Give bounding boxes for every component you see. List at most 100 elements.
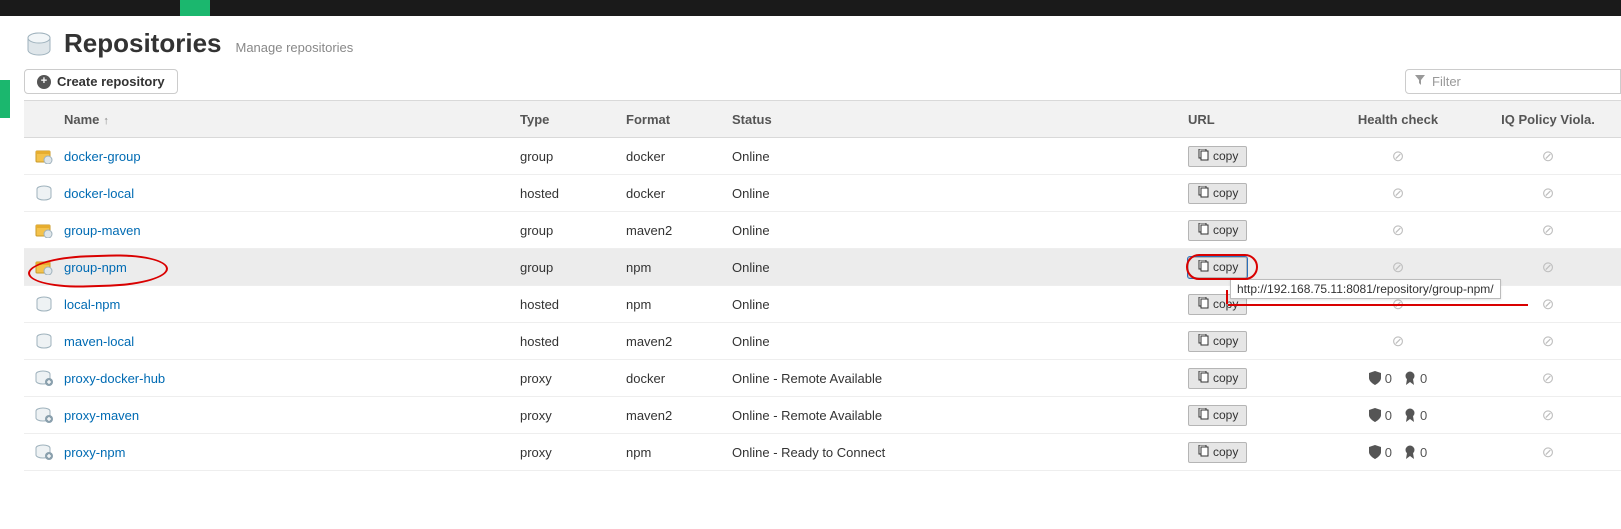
na-icon: ⊘ [1542,258,1555,276]
copy-label: copy [1213,297,1238,311]
repo-status: Online - Remote Available [732,371,1188,386]
copy-icon [1197,186,1209,201]
col-status[interactable]: Status [732,112,1188,127]
table-row[interactable]: group-npmgroupnpmOnlinecopyhttp://192.16… [24,249,1621,286]
na-icon: ⊘ [1392,332,1405,350]
na-icon: ⊘ [1542,443,1555,461]
url-tooltip: http://192.168.75.11:8081/repository/gro… [1230,279,1501,299]
copy-url-button[interactable]: copy [1188,331,1247,352]
repo-health: ⊘ [1318,332,1478,350]
copy-url-button[interactable]: copy [1188,257,1247,278]
repo-health: 00 [1318,408,1478,423]
na-icon: ⊘ [1392,221,1405,239]
na-icon: ⊘ [1392,258,1405,276]
repo-type: hosted [520,297,626,312]
repositories-table: Name↑ Type Format Status URL Health chec… [24,100,1621,471]
repo-health: ⊘ [1318,258,1478,276]
repo-name-link[interactable]: local-npm [64,297,120,312]
filter-box[interactable] [1405,69,1621,94]
repo-iq: ⊘ [1478,258,1618,276]
copy-label: copy [1213,223,1238,237]
na-icon: ⊘ [1542,369,1555,387]
plus-icon: + [37,75,51,89]
table-row[interactable]: proxy-mavenproxymaven2Online - Remote Av… [24,397,1621,434]
table-row[interactable]: proxy-docker-hubproxydockerOnline - Remo… [24,360,1621,397]
copy-icon [1197,223,1209,238]
health-shield: 0 [1369,445,1392,460]
repo-name-link[interactable]: docker-group [64,149,141,164]
repo-format: npm [626,297,732,312]
repo-format: docker [626,149,732,164]
col-format[interactable]: Format [626,112,732,127]
copy-label: copy [1213,408,1238,422]
na-icon: ⊘ [1542,295,1555,313]
repo-name-link[interactable]: proxy-docker-hub [64,371,165,386]
repo-status: Online [732,334,1188,349]
repo-health: ⊘ [1318,184,1478,202]
copy-label: copy [1213,149,1238,163]
copy-url-button[interactable]: copy [1188,146,1247,167]
sort-asc-icon: ↑ [103,115,109,127]
na-icon: ⊘ [1542,406,1555,424]
repositories-icon [24,29,54,59]
table-row[interactable]: proxy-npmproxynpmOnline - Ready to Conne… [24,434,1621,471]
na-icon: ⊘ [1542,184,1555,202]
repo-iq: ⊘ [1478,369,1618,387]
copy-icon [1197,408,1209,423]
repo-iq: ⊘ [1478,443,1618,461]
copy-icon [1197,260,1209,275]
topbar-accent [180,0,210,16]
col-url[interactable]: URL [1188,112,1318,127]
repo-format: npm [626,260,732,275]
copy-url-button[interactable]: copy [1188,220,1247,241]
repo-format: maven2 [626,223,732,238]
col-health[interactable]: Health check [1318,112,1478,127]
side-accent [0,80,10,118]
create-repository-button[interactable]: + Create repository [24,69,178,94]
copy-label: copy [1213,371,1238,385]
na-icon: ⊘ [1542,332,1555,350]
copy-label: copy [1213,445,1238,459]
col-type[interactable]: Type [520,112,626,127]
repo-type-icon [24,148,64,164]
repo-status: Online - Ready to Connect [732,445,1188,460]
col-iq[interactable]: IQ Policy Viola. [1478,112,1618,127]
repo-format: docker [626,186,732,201]
filter-icon [1414,74,1426,89]
copy-url-button[interactable]: copy [1188,368,1247,389]
repo-name-link[interactable]: maven-local [64,334,134,349]
page-subtitle: Manage repositories [236,40,354,55]
repo-type-icon [24,222,64,238]
repo-name-link[interactable]: group-npm [64,260,127,275]
copy-label: copy [1213,260,1238,274]
page-title: Repositories [64,28,222,59]
repo-name-link[interactable]: docker-local [64,186,134,201]
toolbar: + Create repository [24,69,1621,94]
copy-url-button[interactable]: copy [1188,405,1247,426]
repo-type: proxy [520,408,626,423]
table-row[interactable]: docker-groupgroupdockerOnlinecopy⊘⊘ [24,138,1621,175]
repo-format: maven2 [626,408,732,423]
page-title-row: Repositories Manage repositories [24,28,1621,59]
repo-type: hosted [520,186,626,201]
repo-name-link[interactable]: proxy-maven [64,408,139,423]
table-header: Name↑ Type Format Status URL Health chec… [24,101,1621,138]
repo-status: Online [732,186,1188,201]
repo-name-link[interactable]: proxy-npm [64,445,125,460]
repo-format: npm [626,445,732,460]
table-row[interactable]: maven-localhostedmaven2Onlinecopy⊘⊘ [24,323,1621,360]
copy-url-button[interactable]: copy [1188,442,1247,463]
copy-url-button[interactable]: copy [1188,183,1247,204]
table-row[interactable]: group-mavengroupmaven2Onlinecopy⊘⊘ [24,212,1621,249]
filter-input[interactable] [1432,74,1602,89]
copy-label: copy [1213,186,1238,200]
repo-name-link[interactable]: group-maven [64,223,141,238]
topbar [0,0,1621,16]
col-name[interactable]: Name↑ [64,112,520,127]
na-icon: ⊘ [1542,221,1555,239]
repo-iq: ⊘ [1478,221,1618,239]
table-row[interactable]: docker-local hosteddockerOnline copy ⊘ ⊘ [24,175,1621,212]
repo-status: Online [732,223,1188,238]
repo-health: ⊘ [1318,147,1478,165]
health-shield: 0 [1369,371,1392,386]
